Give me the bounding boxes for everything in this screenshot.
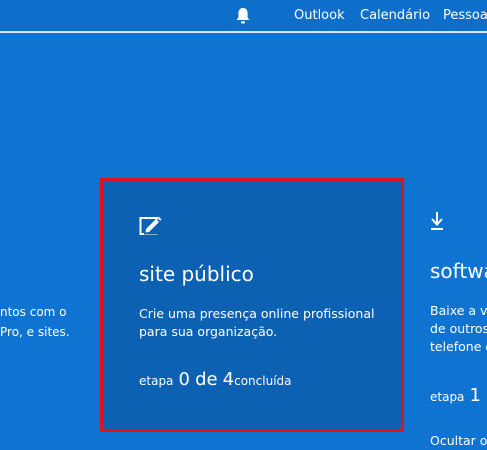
software-step-prefix: etapa — [430, 390, 465, 404]
left-card-line-2: Pro, e sites. — [0, 325, 70, 339]
nav-calendar-link[interactable]: Calendário — [360, 8, 430, 24]
top-navigation-bar: Outlook Calendário Pessoas — [0, 0, 487, 33]
card-step-progress: etapa 0 de 4concluída — [139, 369, 292, 390]
public-site-card[interactable]: site público Crie uma presença online pr… — [100, 178, 404, 432]
nav-outlook-link[interactable]: Outlook — [294, 8, 345, 24]
left-card-fragment: ntos com o Pro, e sites. — [0, 302, 70, 342]
software-step-current: 1 — [469, 385, 481, 406]
card-description: Crie uma presença online profissional pa… — [139, 306, 375, 339]
nav-people-link[interactable]: Pessoas — [443, 8, 487, 24]
edit-icon — [139, 216, 162, 235]
left-card-line-1: ntos com o — [0, 305, 67, 319]
hide-link[interactable]: Ocultar o — [430, 432, 487, 450]
bell-icon[interactable] — [235, 7, 251, 25]
card-title: site público — [139, 262, 254, 286]
step-current: 0 — [178, 369, 190, 390]
software-card-description: Baixe a ve de outros telefone e — [430, 302, 487, 356]
download-icon — [431, 212, 443, 230]
software-card-title: softwa — [430, 259, 487, 283]
software-card-line-1: Baixe a ve — [430, 303, 487, 318]
software-card-fragment[interactable]: softwa Baixe a ve de outros telefone e e… — [430, 178, 487, 450]
step-total: 4 — [222, 369, 235, 390]
step-prefix: etapa — [139, 374, 174, 388]
software-card-step: etapa 1 — [430, 385, 481, 406]
step-suffix: concluída — [234, 374, 292, 388]
software-card-line-2: de outros — [430, 321, 487, 336]
step-of: de — [195, 369, 218, 390]
software-card-line-3: telefone e — [430, 339, 487, 354]
